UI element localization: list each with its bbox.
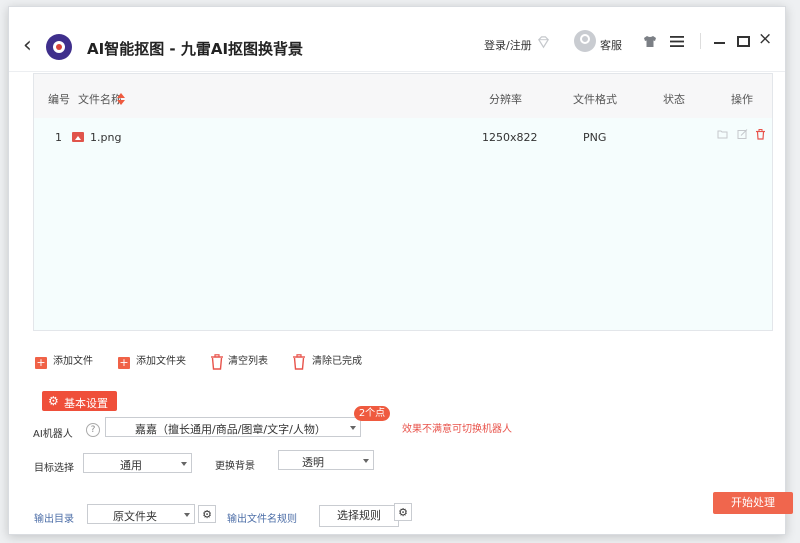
avatar-icon[interactable] <box>574 30 596 52</box>
target-label: 目标选择 <box>34 463 74 474</box>
gear-icon: ⚙ <box>202 508 212 521</box>
header-resolution: 分辨率 <box>489 93 522 106</box>
diamond-icon[interactable] <box>536 35 551 50</box>
robot-label: AI机器人 <box>33 429 73 440</box>
app-logo-icon <box>46 34 72 60</box>
points-badge: 2个点 <box>354 406 390 421</box>
table-header: 编号 文件名称 分辨率 文件格式 状态 操作 <box>34 74 772 118</box>
gear-icon: ⚙ <box>48 394 59 408</box>
robot-hint: 效果不满意可切换机器人 <box>402 424 512 435</box>
title-bar: ‹ AI智能抠图 - 九雷AI抠图换背景 登录/注册 客服 × <box>9 7 785 72</box>
delete-icon[interactable] <box>755 129 766 140</box>
basic-settings-label: 基本设置 <box>64 397 108 410</box>
shirt-icon[interactable] <box>643 35 657 48</box>
bg-select-value: 透明 <box>302 456 324 469</box>
maximize-icon[interactable] <box>737 36 750 47</box>
trash-icon[interactable] <box>210 354 224 370</box>
clear-done-button[interactable]: 清除已完成 <box>312 352 362 367</box>
trash-icon[interactable] <box>292 354 306 370</box>
customer-service-label[interactable]: 客服 <box>600 37 622 53</box>
choose-rule-button[interactable]: 选择规则 <box>319 505 399 527</box>
rule-settings-button[interactable]: ⚙ <box>394 503 412 521</box>
start-button[interactable]: 开始处理 <box>713 492 793 514</box>
main-window: ‹ AI智能抠图 - 九雷AI抠图换背景 登录/注册 客服 × 编号 文件名称 <box>8 6 793 535</box>
file-table: 编号 文件名称 分辨率 文件格式 状态 操作 1 1.png 1250x822 … <box>33 73 773 331</box>
target-select[interactable]: 通用 <box>83 453 192 473</box>
row-filename: 1.png <box>90 131 122 144</box>
basic-settings-tab[interactable]: ⚙ 基本设置 <box>42 391 117 411</box>
chevron-down-icon <box>363 459 369 463</box>
menu-icon[interactable] <box>670 36 684 47</box>
robot-select[interactable]: 嘉嘉（擅长通用/商品/图章/文字/人物） <box>105 417 361 437</box>
row-format: PNG <box>583 131 607 144</box>
add-folder-icon[interactable]: + <box>118 357 130 369</box>
login-link[interactable]: 登录/注册 <box>484 37 532 53</box>
title-separator <box>700 33 701 49</box>
filename-rule-label: 输出文件名规则 <box>227 514 297 525</box>
chevron-down-icon <box>181 462 187 466</box>
output-dir-settings-button[interactable]: ⚙ <box>198 505 216 523</box>
image-file-icon <box>72 132 84 142</box>
add-folder-button[interactable]: 添加文件夹 <box>136 352 186 367</box>
table-row[interactable]: 1 1.png 1250x822 PNG <box>34 118 772 154</box>
row-index: 1 <box>55 131 62 144</box>
row-resolution: 1250x822 <box>482 131 538 144</box>
robot-select-value: 嘉嘉（擅长通用/商品/图章/文字/人物） <box>135 423 326 436</box>
edit-icon[interactable] <box>737 129 748 140</box>
back-arrow-icon[interactable]: ‹ <box>23 35 32 57</box>
add-file-button[interactable]: 添加文件 <box>53 352 93 367</box>
output-dir-label: 输出目录 <box>34 514 74 525</box>
target-select-value: 通用 <box>120 459 142 472</box>
chevron-down-icon <box>184 513 190 517</box>
minimize-icon[interactable] <box>714 42 725 44</box>
output-dir-value: 原文件夹 <box>113 510 157 523</box>
open-folder-icon[interactable] <box>717 129 728 140</box>
header-status: 状态 <box>663 93 685 106</box>
help-icon[interactable]: ? <box>86 423 100 437</box>
chevron-down-icon <box>350 426 356 430</box>
bg-select[interactable]: 透明 <box>278 450 374 470</box>
clear-list-button[interactable]: 清空列表 <box>228 352 268 367</box>
add-file-icon[interactable]: + <box>35 357 47 369</box>
gear-icon: ⚙ <box>398 506 408 519</box>
bg-label: 更换背景 <box>215 461 255 472</box>
output-dir-select[interactable]: 原文件夹 <box>87 504 195 524</box>
close-icon[interactable]: × <box>758 31 772 48</box>
header-format: 文件格式 <box>573 93 617 106</box>
app-title: AI智能抠图 - 九雷AI抠图换背景 <box>87 40 304 58</box>
sort-icon[interactable] <box>117 93 125 105</box>
header-index: 编号 <box>48 93 70 106</box>
header-filename[interactable]: 文件名称 <box>78 91 122 107</box>
header-actions: 操作 <box>731 93 753 106</box>
